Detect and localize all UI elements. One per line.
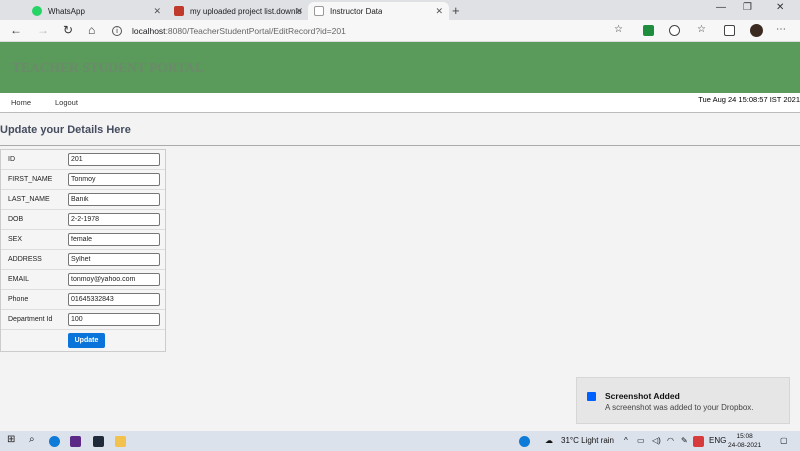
notification-center-icon[interactable]: ▢: [780, 436, 788, 445]
field-label: EMAIL: [8, 276, 30, 283]
page-heading: Update your Details Here: [0, 124, 131, 136]
form-row-sex: SEX: [1, 230, 165, 250]
last-name-input[interactable]: [68, 193, 160, 206]
notification-toast[interactable]: Screenshot Added A screenshot was added …: [576, 377, 790, 424]
form-row-last-name: LAST_NAME: [1, 190, 165, 210]
form-row-address: ADDRESS: [1, 250, 165, 270]
site-info-icon[interactable]: i: [112, 26, 122, 36]
tab-label: WhatsApp: [48, 6, 85, 16]
search-icon[interactable]: ⌕: [29, 434, 35, 445]
field-label: ID: [8, 156, 15, 163]
weather-text[interactable]: 31°C Light rain: [561, 436, 614, 445]
divider: [0, 145, 800, 146]
dropbox-icon: [587, 392, 596, 401]
form-row-first-name: FIRST_NAME: [1, 170, 165, 190]
favorites-icon[interactable]: ☆: [697, 24, 706, 36]
refresh-icon[interactable]: ↻: [63, 24, 73, 36]
tab-label: my uploaded project list.downlo: [190, 6, 302, 16]
close-tab-icon[interactable]: ✕: [153, 6, 161, 17]
favorite-star-icon[interactable]: ☆: [614, 24, 623, 36]
first-name-input[interactable]: [68, 173, 160, 186]
address-host: localhost: [132, 26, 166, 36]
weather-icon: ☁: [545, 436, 553, 445]
tab-instructor-data[interactable]: Instructor Data ✕: [308, 2, 449, 20]
field-label: ADDRESS: [8, 256, 42, 263]
sex-input[interactable]: [68, 233, 160, 246]
home-icon[interactable]: ⌂: [88, 24, 95, 36]
toast-message: A screenshot was added to your Dropbox.: [605, 403, 754, 412]
new-tab-icon[interactable]: +: [452, 3, 460, 18]
extension-icon[interactable]: [669, 25, 680, 36]
email-input[interactable]: [68, 273, 160, 286]
form-row-dob: DOB: [1, 210, 165, 230]
more-menu-icon[interactable]: ⋯: [776, 24, 786, 36]
wifi-icon[interactable]: ◠: [667, 436, 674, 445]
chevron-up-icon[interactable]: ^: [624, 436, 628, 445]
edit-details-form: ID FIRST_NAME LAST_NAME DOB SEX ADDRESS …: [0, 149, 166, 352]
back-icon[interactable]: ←: [10, 24, 22, 36]
dob-input[interactable]: [68, 213, 160, 226]
field-label: SEX: [8, 236, 23, 243]
address-path: :8080/TeacherStudentPortal/EditRecord?id…: [165, 26, 346, 36]
portal-banner: TEACHER STUDENT PORTAL: [0, 42, 800, 93]
field-label: Department Id: [8, 316, 53, 323]
whatsapp-icon: [32, 6, 42, 16]
form-row-email: EMAIL: [1, 270, 165, 290]
battery-icon[interactable]: ▭: [637, 436, 645, 445]
id-input[interactable]: [68, 153, 160, 166]
nav-bar: Home Logout Tue Aug 24 15:08:57 IST 2021: [0, 93, 800, 113]
field-label: Phone: [8, 296, 29, 303]
nav-home-link[interactable]: Home: [11, 98, 31, 107]
terminal-icon[interactable]: [93, 436, 104, 447]
forward-icon[interactable]: →: [37, 24, 49, 36]
start-icon[interactable]: ⊞: [7, 434, 15, 445]
form-row-department-id: Department Id: [1, 310, 165, 330]
document-icon: [174, 6, 184, 16]
close-window-icon[interactable]: ✕: [776, 2, 784, 13]
address-bar[interactable]: i localhost :8080/TeacherStudentPortal/E…: [112, 23, 612, 39]
close-tab-icon[interactable]: ✕: [435, 6, 443, 17]
field-label: LAST_NAME: [8, 196, 50, 203]
tab-whatsapp[interactable]: WhatsApp ✕: [26, 2, 167, 20]
browser-toolbar: ← → ↻ ⌂ i localhost :8080/TeacherStudent…: [0, 20, 800, 42]
department-id-input[interactable]: [68, 313, 160, 326]
nav-logout-link[interactable]: Logout: [55, 98, 78, 107]
form-row-phone: Phone: [1, 290, 165, 310]
clock-time: 15:08: [736, 433, 753, 440]
restore-icon[interactable]: ❐: [743, 2, 752, 13]
portal-title: TEACHER STUDENT PORTAL: [12, 60, 204, 75]
phone-input[interactable]: [68, 293, 160, 306]
update-button[interactable]: Update: [68, 333, 105, 348]
collections-icon[interactable]: [724, 25, 735, 36]
current-datetime: Tue Aug 24 15:08:57 IST 2021: [698, 95, 800, 104]
page-icon: [314, 6, 324, 16]
edge-icon[interactable]: [49, 436, 60, 447]
app-icon[interactable]: [70, 436, 81, 447]
clock[interactable]: 15:08 24-08-2021: [728, 432, 761, 450]
help-icon[interactable]: [519, 436, 530, 447]
file-explorer-icon[interactable]: [115, 436, 126, 447]
language-indicator[interactable]: ENG: [709, 436, 726, 445]
minimize-icon[interactable]: —: [716, 2, 726, 13]
browser-tab-strip: WhatsApp ✕ my uploaded project list.down…: [0, 0, 800, 20]
volume-icon[interactable]: ◁): [652, 436, 661, 445]
clock-date: 24-08-2021: [728, 442, 762, 449]
tab-project-list[interactable]: my uploaded project list.downlo ✕: [168, 2, 309, 20]
toast-title: Screenshot Added: [605, 391, 680, 401]
form-row-id: ID: [1, 150, 165, 170]
tab-label: Instructor Data: [330, 6, 383, 16]
windows-taskbar: ⊞ ⌕ ☁ 31°C Light rain ^ ▭ ◁) ◠ ✎ ENG 15:…: [0, 431, 800, 451]
pen-icon[interactable]: ✎: [681, 436, 688, 445]
close-tab-icon[interactable]: ✕: [295, 6, 303, 17]
profile-avatar[interactable]: [750, 24, 763, 37]
app-tray-icon[interactable]: [693, 436, 704, 447]
field-label: DOB: [8, 216, 24, 223]
address-input[interactable]: [68, 253, 160, 266]
extension-icon[interactable]: [643, 25, 654, 36]
field-label: FIRST_NAME: [8, 176, 53, 183]
